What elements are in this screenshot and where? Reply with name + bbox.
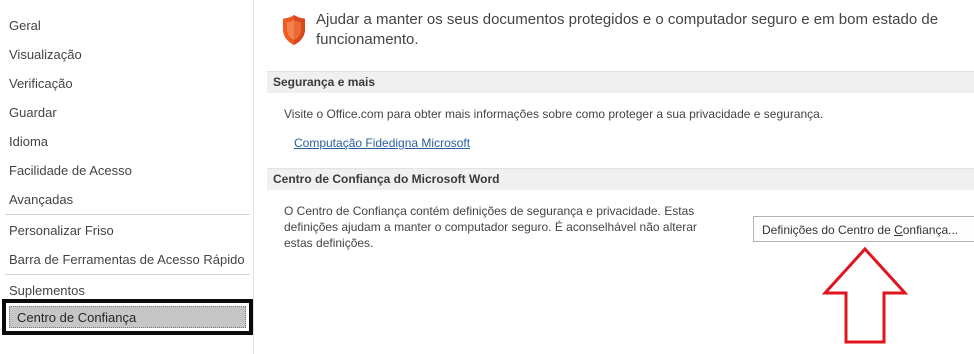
trust-center-panel: Ajudar a manter os seus documentos prote…	[256, 0, 974, 354]
trust-center-description: O Centro de Confiança contém definições …	[284, 203, 734, 251]
nav-item-facilidade-de-acesso[interactable]: Facilidade de Acesso	[9, 158, 132, 184]
button-access-key: C	[894, 223, 903, 237]
nav-item-avancadas[interactable]: Avançadas	[9, 187, 73, 213]
intro-line: funcionamento.	[316, 31, 419, 48]
trustworthy-computing-link[interactable]: Computação Fidedigna Microsoft	[294, 136, 470, 150]
nav-item-guardar[interactable]: Guardar	[9, 100, 57, 126]
trust-center-settings-button[interactable]: Definições do Centro de Confiança...	[753, 216, 974, 242]
nav-item-verificacao[interactable]: Verificação	[9, 71, 73, 97]
button-label-part: Definições do Centro de	[762, 223, 895, 237]
intro-line: Ajudar a manter os seus documentos prote…	[316, 11, 939, 28]
nav-separator	[5, 274, 250, 275]
description-line: estas definições.	[284, 236, 374, 250]
section-title: Centro de Confiança do Microsoft Word	[273, 172, 500, 186]
selection-highlight: Centro de Confiança	[9, 306, 246, 328]
nav-item-idioma[interactable]: Idioma	[9, 129, 48, 155]
section-title: Segurança e mais	[273, 75, 376, 89]
word-options-dialog: Geral Visualização Verificação Guardar I…	[0, 0, 974, 354]
security-info-text: Visite o Office.com para obter mais info…	[284, 107, 824, 121]
description-line: definições ajudam a manter o computador …	[284, 220, 697, 234]
section-header-security: Segurança e mais	[267, 71, 974, 93]
nav-item-visualizacao[interactable]: Visualização	[9, 42, 82, 68]
button-label-part: onfiança...	[902, 223, 959, 237]
options-category-nav: Geral Visualização Verificação Guardar I…	[0, 0, 256, 354]
shield-icon	[283, 15, 305, 45]
section-header-trust-center: Centro de Confiança do Microsoft Word	[267, 168, 974, 190]
nav-separator	[5, 214, 250, 215]
nav-item-personalizar-friso[interactable]: Personalizar Friso	[9, 218, 114, 244]
annotation-arrow-up-icon	[822, 246, 908, 344]
nav-item-barra-acesso-rapido[interactable]: Barra de Ferramentas de Acesso Rápido	[9, 247, 245, 273]
nav-divider	[253, 0, 254, 354]
nav-item-geral[interactable]: Geral	[9, 13, 41, 39]
nav-item-centro-de-confianca[interactable]: Centro de Confiança	[2, 299, 253, 335]
intro-text: Ajudar a manter os seus documentos prote…	[316, 10, 956, 50]
nav-item-label: Centro de Confiança	[17, 310, 137, 325]
description-line: O Centro de Confiança contém definições …	[284, 204, 695, 218]
